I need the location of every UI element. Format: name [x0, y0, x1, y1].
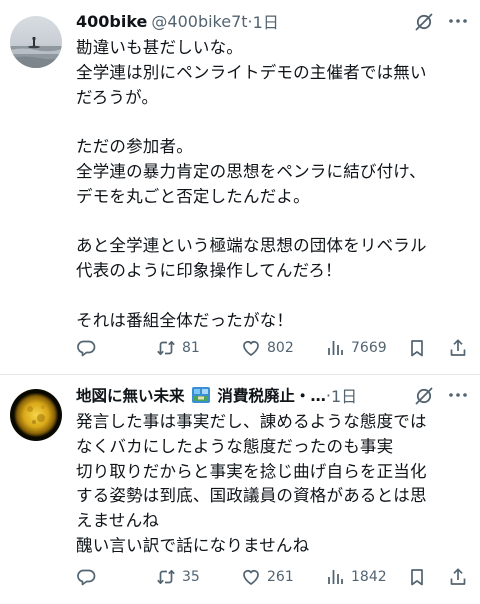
retweet-count: 81 [182, 340, 200, 356]
reply-icon [77, 340, 96, 357]
tweet-2[interactable]: 地図に無い未来 消費税廃止・… · 1日 発言した事は事実だし、諌めるような態度… [0, 375, 480, 604]
bookmark-icon [411, 569, 423, 586]
grok-icon[interactable] [414, 12, 434, 32]
bookmark-button[interactable] [407, 336, 427, 360]
share-icon [450, 568, 466, 585]
views-button[interactable]: 1842 [325, 565, 387, 589]
avatar[interactable] [10, 389, 62, 441]
views-button[interactable]: 7669 [325, 336, 387, 360]
bookmark-icon [411, 340, 423, 357]
beach-surfer-avatar [10, 16, 62, 68]
share-icon [450, 339, 466, 356]
retweet-icon [157, 569, 175, 585]
action-bar: 35 261 1842 [76, 565, 472, 589]
grok-icon[interactable] [414, 386, 434, 406]
share-button[interactable] [448, 336, 468, 360]
like-icon [243, 341, 259, 356]
tweet-1[interactable]: 400bike @400bike7t · 1日 勘違いも甚だしいな。 全学連は別… [0, 0, 480, 374]
display-name[interactable]: 地図に無い未来 消費税廃止・… [76, 384, 326, 406]
more-icon[interactable] [446, 10, 470, 32]
reply-button[interactable] [76, 565, 102, 589]
share-button[interactable] [448, 565, 468, 589]
handle[interactable]: @400bike7t [151, 12, 247, 31]
retweet-icon [157, 340, 175, 356]
flag-emoji-icon [191, 387, 210, 403]
bookmark-button[interactable] [407, 565, 427, 589]
views-icon [328, 570, 343, 584]
timestamp[interactable]: 1日 [331, 383, 357, 407]
like-count: 802 [267, 340, 294, 356]
like-button[interactable]: 802 [241, 336, 294, 360]
timestamp[interactable]: 1日 [253, 9, 279, 33]
like-count: 261 [267, 569, 294, 585]
action-bar: 81 802 7669 [76, 336, 472, 360]
tweet-header: 400bike @400bike7t · 1日 [76, 9, 470, 33]
views-count: 1842 [351, 569, 387, 585]
retweet-button[interactable]: 81 [156, 336, 200, 360]
tweet-header: 地図に無い未来 消費税廃止・… · 1日 [76, 383, 470, 407]
tweet-text: 勘違いも甚だしいな。 全学連は別にペンライトデモの主催者では無い だろうが。 た… [76, 38, 427, 330]
like-icon [243, 570, 259, 585]
display-name[interactable]: 400bike [76, 12, 147, 31]
views-count: 7669 [351, 340, 387, 356]
tweet-text: 発言した事は事実だし、諌めるような態度では なくバカにしたような態度だったのも事… [76, 412, 427, 555]
display-name-main: 地図に無い未来 [76, 387, 185, 405]
reply-button[interactable] [76, 336, 102, 360]
display-name-suffix: 消費税廃止・… [217, 387, 326, 405]
retweet-count: 35 [182, 569, 200, 585]
retweet-button[interactable]: 35 [156, 565, 200, 589]
like-button[interactable]: 261 [241, 565, 294, 589]
golden-sun-avatar [10, 389, 62, 441]
views-icon [328, 341, 343, 355]
more-icon[interactable] [446, 384, 470, 406]
reply-icon [77, 569, 96, 586]
avatar[interactable] [10, 16, 62, 68]
